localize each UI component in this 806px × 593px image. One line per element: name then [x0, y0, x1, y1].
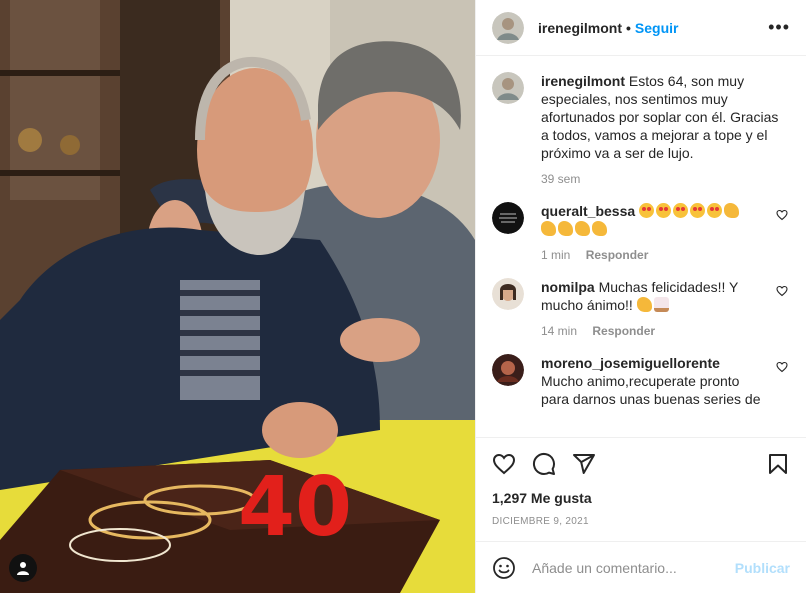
reply-button[interactable]: Responder	[592, 324, 655, 338]
comment-item: nomilpa Muchas felicidades!! Y mucho áni…	[492, 278, 790, 340]
publish-button[interactable]: Publicar	[735, 560, 790, 576]
commenter-avatar[interactable]	[492, 278, 524, 310]
heart-eyes-emoji-icon	[707, 203, 723, 218]
heart-eyes-emoji-icon	[639, 203, 655, 218]
caption-username[interactable]: irenegilmont	[541, 73, 625, 89]
heart-eyes-emoji-icon	[656, 203, 672, 218]
like-comment-button[interactable]	[776, 208, 790, 264]
muscle-emoji-icon	[592, 221, 607, 236]
comment-time[interactable]: 1 min	[541, 248, 570, 262]
cake-emoji-icon	[653, 297, 669, 312]
muscle-emoji-icon	[724, 203, 740, 218]
more-options-icon[interactable]: •••	[768, 17, 790, 38]
comment-time[interactable]: 14 min	[541, 324, 577, 338]
post-side-panel: irenegilmont • Seguir ••• irenegilmont E…	[475, 0, 806, 593]
caption-avatar[interactable]	[492, 72, 524, 104]
muscle-emoji-icon	[541, 221, 556, 236]
heart-eyes-emoji-icon	[673, 203, 689, 218]
commenter-avatar[interactable]	[492, 202, 524, 234]
heart-icon	[776, 285, 788, 297]
muscle-emoji-icon	[558, 221, 573, 236]
comments-list[interactable]: irenegilmont Estos 64, son muy especiale…	[476, 56, 806, 437]
comment-item: moreno_josemiguellorente Mucho animo,rec…	[492, 354, 790, 408]
muscle-emoji-icon	[575, 221, 590, 236]
emoji-smile-icon[interactable]	[492, 556, 516, 580]
comment-emojis-line1	[639, 203, 741, 219]
post-photo[interactable]: 40	[0, 0, 475, 593]
like-comment-button[interactable]	[776, 284, 790, 340]
post-image: 40	[0, 0, 475, 593]
heart-eyes-emoji-icon	[690, 203, 706, 218]
caption: irenegilmont Estos 64, son muy especiale…	[492, 72, 790, 188]
commenter-avatar[interactable]	[492, 354, 524, 386]
comment-username[interactable]: moreno_josemiguellorente	[541, 355, 720, 371]
comment-emojis-line2	[541, 221, 609, 237]
comment-item: queralt_bessa 1 min Responder	[492, 202, 790, 264]
muscle-emoji-icon	[636, 297, 652, 312]
post-actions: 1,297 Me gusta DICIEMBRE 9, 2021	[476, 437, 806, 541]
save-bookmark-icon[interactable]	[766, 452, 790, 476]
comment-username[interactable]: queralt_bessa	[541, 203, 635, 219]
add-comment-bar: Publicar	[476, 541, 806, 593]
share-paper-plane-icon[interactable]	[572, 452, 596, 476]
comment-text: Mucho animo,recuperate pronto para darno…	[541, 373, 761, 407]
likes-count[interactable]: 1,297 Me gusta	[492, 490, 790, 506]
heart-icon	[776, 361, 788, 373]
comment-username[interactable]: nomilpa	[541, 279, 595, 295]
like-heart-icon[interactable]	[492, 452, 516, 476]
author-username[interactable]: irenegilmont	[538, 20, 622, 36]
comment-bubble-icon[interactable]	[532, 452, 556, 476]
tagged-users-button[interactable]	[9, 554, 37, 582]
reply-button[interactable]: Responder	[586, 248, 649, 262]
heart-icon	[776, 209, 788, 221]
follow-button[interactable]: Seguir	[635, 20, 679, 36]
separator-dot: •	[626, 19, 631, 36]
post-date[interactable]: DICIEMBRE 9, 2021	[492, 516, 790, 527]
author-avatar[interactable]	[492, 11, 524, 44]
comment-input[interactable]	[532, 559, 735, 576]
like-comment-button[interactable]	[776, 360, 790, 408]
action-icons	[492, 448, 790, 480]
svg-text:40: 40	[238, 460, 352, 555]
post-header: irenegilmont • Seguir •••	[476, 0, 806, 56]
caption-time[interactable]: 39 sem	[541, 172, 580, 186]
user-icon	[17, 562, 29, 575]
